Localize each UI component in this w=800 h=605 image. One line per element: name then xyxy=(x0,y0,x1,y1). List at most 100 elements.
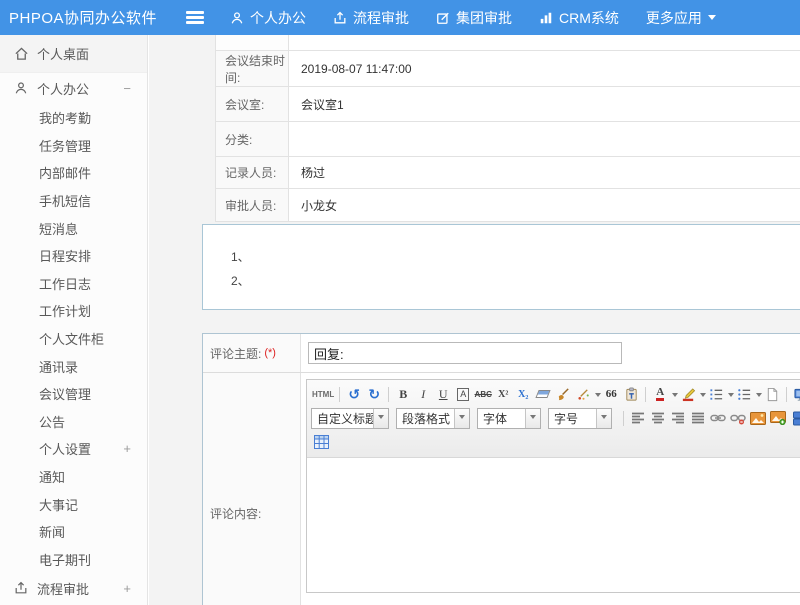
select-arrow-icon xyxy=(454,409,469,428)
comment-subject-label: 评论主题: xyxy=(210,345,261,362)
sidebar-item-e-journal[interactable]: 电子期刊 xyxy=(0,546,147,574)
ordered-list-icon[interactable] xyxy=(706,384,726,404)
sidebar-item-notification[interactable]: 通知 xyxy=(0,463,147,491)
bold-button[interactable]: B xyxy=(393,384,413,404)
sidebar-item-short-message[interactable]: 短消息 xyxy=(0,214,147,242)
sidebar-item-label: 内部邮件 xyxy=(39,163,91,182)
insert-image-icon[interactable] xyxy=(748,408,768,428)
sidebar-item-label: 个人桌面 xyxy=(37,44,89,63)
sidebar-item-work-plan[interactable]: 工作计划 xyxy=(0,297,147,325)
table-row-category: 分类: xyxy=(216,122,800,157)
nav-crm-system[interactable]: CRM系统 xyxy=(539,8,619,28)
subscript-button[interactable]: X₂ xyxy=(513,384,533,404)
select-arrow-icon xyxy=(525,409,540,428)
sidebar-item-personal-office[interactable]: 个人办公 − xyxy=(0,73,147,104)
sidebar-item-contacts[interactable]: 通讯录 xyxy=(0,352,147,380)
sidebar-item-work-log[interactable]: 工作日志 xyxy=(0,270,147,298)
sidebar-item-internal-mail[interactable]: 内部邮件 xyxy=(0,159,147,187)
collapse-icon[interactable]: − xyxy=(123,81,131,96)
heading-select-value: 自定义标题 xyxy=(312,410,373,427)
rich-text-editor: HTML ↺ ↻ B I U A ABC X² xyxy=(306,379,800,593)
table-row-approver: 审批人员: 小龙女 xyxy=(216,189,800,222)
nav-more-apps[interactable]: 更多应用 xyxy=(646,8,716,28)
autotypeset-icon[interactable] xyxy=(573,384,593,404)
paste-as-text-icon[interactable] xyxy=(621,384,641,404)
paragraph-select-value: 段落格式 xyxy=(397,410,454,427)
note-line: 2、 xyxy=(231,269,800,293)
hamburger-menu-icon[interactable] xyxy=(186,11,204,24)
note-line: 1、 xyxy=(231,245,800,269)
blockquote-button[interactable]: 66 xyxy=(601,384,621,404)
table-row-partial xyxy=(216,35,800,51)
sidebar-item-label: 电子期刊 xyxy=(39,550,91,569)
new-page-icon[interactable] xyxy=(762,384,782,404)
fontsize-select[interactable]: 字号 xyxy=(548,408,612,429)
italic-button[interactable]: I xyxy=(413,384,433,404)
field-value: 会议室1 xyxy=(289,87,800,121)
insert-media-icon[interactable] xyxy=(788,408,800,428)
sidebar-item-personal-desktop[interactable]: 个人桌面 xyxy=(0,35,147,73)
sidebar-item-label: 工作计划 xyxy=(39,301,91,320)
editor-content-area[interactable] xyxy=(307,458,800,592)
edit-square-icon xyxy=(436,11,450,25)
sidebar-item-label: 大事记 xyxy=(39,495,78,514)
sidebar-item-meeting-management[interactable]: 会议管理 xyxy=(0,380,147,408)
sidebar-item-label: 新闻 xyxy=(39,522,65,541)
comment-form: 评论主题: (*) 评论内容: HTM xyxy=(202,333,800,605)
align-left-icon[interactable] xyxy=(628,408,648,428)
sidebar-item-news[interactable]: 新闻 xyxy=(0,518,147,546)
justify-icon[interactable] xyxy=(688,408,708,428)
sidebar-item-personal-files[interactable]: 个人文件柜 xyxy=(0,325,147,353)
undo-icon[interactable]: ↺ xyxy=(344,384,364,404)
eraser-icon[interactable] xyxy=(533,384,553,404)
nav-label: 更多应用 xyxy=(646,8,702,28)
sidebar-item-workflow-approval[interactable]: 流程审批 + xyxy=(0,573,147,604)
superscript-button[interactable]: X² xyxy=(493,384,513,404)
font-box-button[interactable]: A xyxy=(457,388,469,401)
nav-personal-office[interactable]: 个人办公 xyxy=(230,8,306,28)
highlight-color-icon[interactable] xyxy=(678,384,698,404)
sidebar-item-task-management[interactable]: 任务管理 xyxy=(0,132,147,160)
nav-workflow-approval[interactable]: 流程审批 xyxy=(333,8,409,28)
format-brush-icon[interactable] xyxy=(553,384,573,404)
font-select[interactable]: 字体 xyxy=(477,408,541,429)
toolbar-row-2: 自定义标题 段落格式 字体 xyxy=(311,406,800,430)
insert-link-icon[interactable] xyxy=(708,408,728,428)
expand-icon[interactable]: + xyxy=(123,581,131,596)
workflow-icon xyxy=(14,581,29,596)
comment-subject-input[interactable] xyxy=(308,342,622,364)
nav-group-approval[interactable]: 集团审批 xyxy=(436,8,512,28)
table-row-meeting-room: 会议室: 会议室1 xyxy=(216,87,800,122)
table-row-recorder: 记录人员: 杨过 xyxy=(216,157,800,189)
field-label: 记录人员: xyxy=(216,157,289,188)
expand-icon[interactable]: + xyxy=(123,441,131,456)
redo-icon[interactable]: ↻ xyxy=(364,384,384,404)
fontsize-select-value: 字号 xyxy=(549,410,596,427)
sidebar-item-label: 会议管理 xyxy=(39,384,91,403)
unordered-list-icon[interactable] xyxy=(734,384,754,404)
sidebar-item-label: 个人设置 xyxy=(39,439,91,458)
html-source-button[interactable]: HTML xyxy=(311,384,335,404)
font-color-button[interactable]: A xyxy=(656,387,664,401)
unlink-icon[interactable] xyxy=(728,408,748,428)
snapshot-icon[interactable] xyxy=(768,408,788,428)
sidebar-item-my-attendance[interactable]: 我的考勤 xyxy=(0,104,147,132)
heading-select[interactable]: 自定义标题 xyxy=(311,408,389,429)
top-nav-menu: 个人办公 流程审批 集团审批 CRM系统 更多应用 xyxy=(230,8,716,28)
sidebar-item-milestones[interactable]: 大事记 xyxy=(0,490,147,518)
fullscreen-icon[interactable] xyxy=(791,384,800,404)
meeting-notes-box: 1、 2、 xyxy=(202,224,800,310)
insert-table-icon[interactable] xyxy=(311,432,331,452)
underline-button[interactable]: U xyxy=(433,384,453,404)
sidebar-item-announcement[interactable]: 公告 xyxy=(0,408,147,436)
sidebar-item-schedule[interactable]: 日程安排 xyxy=(0,242,147,270)
align-right-icon[interactable] xyxy=(668,408,688,428)
sidebar-item-sms[interactable]: 手机短信 xyxy=(0,187,147,215)
user-icon xyxy=(14,81,29,96)
field-value: 杨过 xyxy=(289,157,800,188)
paragraph-select[interactable]: 段落格式 xyxy=(396,408,470,429)
strikethrough-button[interactable]: ABC xyxy=(473,384,493,404)
sidebar-item-personal-settings[interactable]: 个人设置 + xyxy=(0,435,147,463)
align-center-icon[interactable] xyxy=(648,408,668,428)
caret-down-icon xyxy=(708,15,716,24)
